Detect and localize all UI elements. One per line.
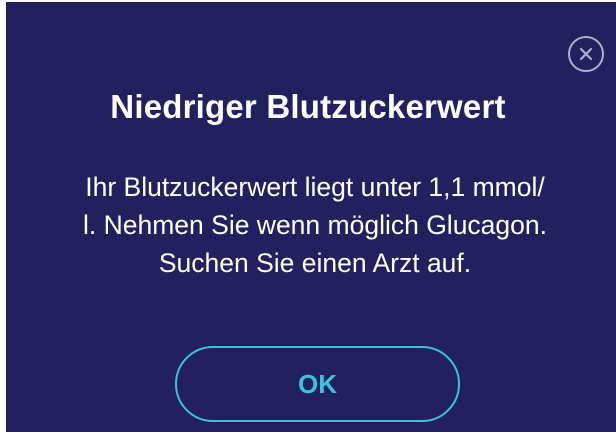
close-icon — [579, 47, 593, 61]
ok-button-label: OK — [298, 368, 337, 399]
message-line: Ihr Blutzuckerwert liegt unter 1,1 mmol/ — [85, 172, 545, 202]
message-line: l. Nehmen Sie wenn möglich Glucagon. — [83, 210, 547, 240]
message-line: Suchen Sie einen Arzt auf. — [158, 248, 472, 278]
dialog-message: Ihr Blutzuckerwert liegt unter 1,1 mmol/… — [20, 168, 610, 282]
low-glucose-alert-dialog: Niedriger Blutzuckerwert Ihr Blutzuckerw… — [0, 0, 616, 436]
close-button[interactable] — [568, 36, 604, 72]
dialog-title: Niedriger Blutzuckerwert — [110, 88, 506, 125]
ok-button[interactable]: OK — [175, 346, 460, 422]
